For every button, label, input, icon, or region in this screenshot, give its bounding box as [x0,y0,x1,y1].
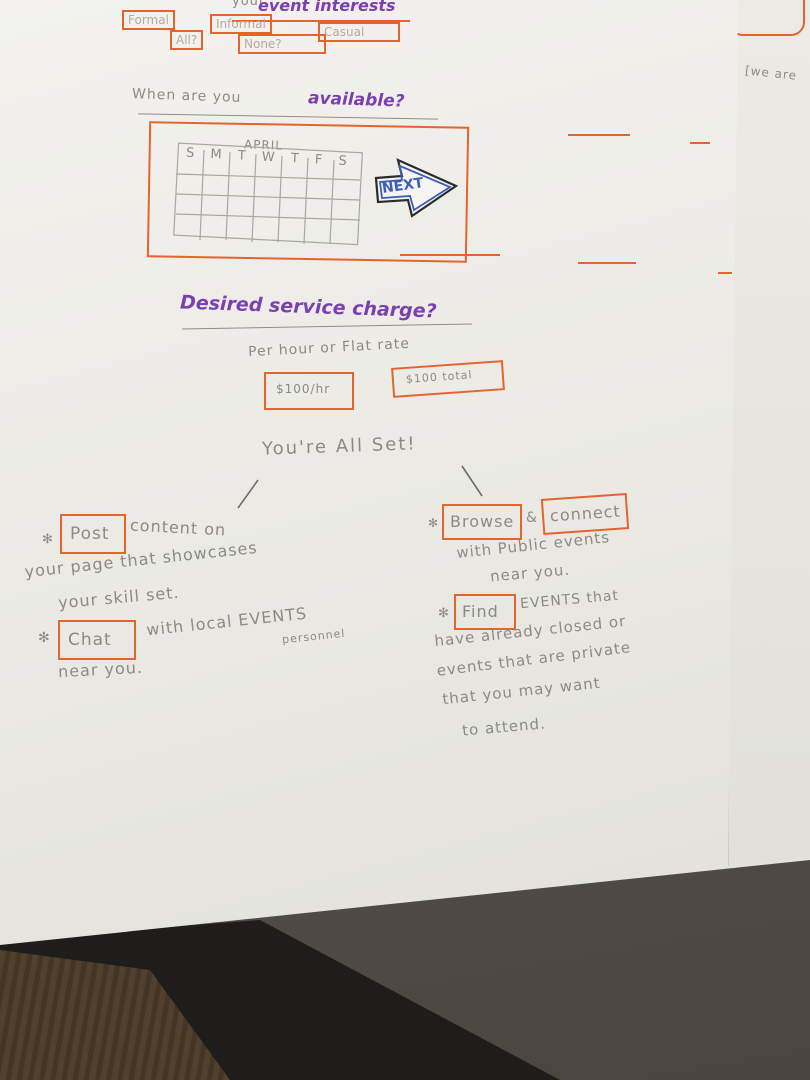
flat-rate-label: $100 total [405,368,473,386]
placeholder-line-3 [578,262,636,264]
connect-button[interactable]: connect [540,493,630,535]
bullet-star-icon: ✻ [428,516,440,530]
bullet-star-icon: ✻ [42,532,54,547]
chat-button[interactable]: Chat [58,620,136,660]
side-button[interactable] [729,0,805,36]
post-label: Post [70,524,110,544]
bullet-star-icon: ✻ [438,606,450,621]
interests-title: event interests [258,0,396,15]
browse-button[interactable]: Browse [442,504,522,540]
hourly-rate-button[interactable]: $100/hr [264,372,354,410]
ampersand: & [526,510,538,526]
side-note: [we are [744,63,798,83]
calendar-baseline [400,254,500,256]
connect-label: connect [549,501,622,526]
calendar-grid[interactable] [170,140,370,250]
browse-label: Browse [450,512,515,531]
chip-informal[interactable]: Informal [210,14,272,34]
bullet-star-icon: ✻ [38,630,51,646]
chip-formal[interactable]: Formal [122,10,175,30]
placeholder-line-2 [690,142,710,144]
next-button[interactable]: NEXT [372,156,462,220]
chat-label: Chat [68,630,112,650]
chip-none[interactable]: None? [238,34,326,54]
chip-all[interactable]: All? [170,30,204,50]
post-button[interactable]: Post [60,514,126,554]
hourly-rate-label: $100/hr [276,382,331,396]
next-sheet: [we are [728,0,810,866]
chip-casual[interactable]: Casual [318,22,400,42]
placeholder-line-1 [568,134,630,136]
placeholder-line-4 [718,272,732,274]
availability-question: available? [307,88,405,112]
find-label: Find [462,602,499,621]
